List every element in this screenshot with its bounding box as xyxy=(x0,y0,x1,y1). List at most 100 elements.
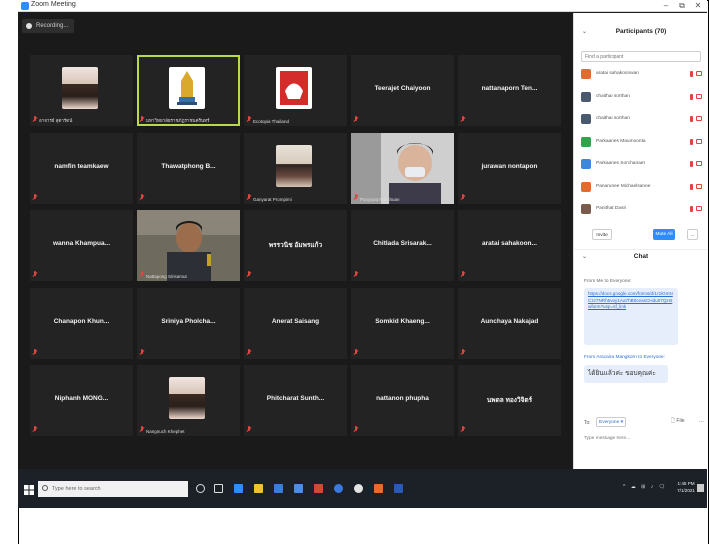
participant-tile[interactable]: jurawan nontapon xyxy=(458,132,561,204)
clock-time: 1:45 PM xyxy=(677,481,695,486)
video-off-icon[interactable] xyxy=(696,116,702,121)
muted-mic-icon[interactable] xyxy=(690,138,693,145)
chat-recipient-select[interactable]: Everyone ▾ xyxy=(596,417,626,427)
task-view-icon[interactable] xyxy=(214,484,223,493)
participant-tile[interactable]: wanna Khampua... xyxy=(30,210,133,281)
participant-row[interactable]: Panithat Dasri xyxy=(581,202,703,216)
participant-tile[interactable]: นพดล ทองวิจิตร์ xyxy=(458,365,561,436)
participant-tile[interactable]: nattanaporn Ten... xyxy=(458,55,561,126)
participant-tile[interactable]: namfin teamkaew xyxy=(30,132,133,204)
participant-tile[interactable]: Nangnuch Khephet xyxy=(137,365,240,436)
participant-row[interactable]: chaithai sorthan xyxy=(581,112,703,126)
muted-mic-icon xyxy=(354,348,358,356)
participant-tile[interactable]: Phitcharat Sunth... xyxy=(244,365,347,436)
mute-all-button[interactable]: Mute All xyxy=(653,229,675,240)
video-off-icon[interactable] xyxy=(696,138,702,144)
participant-tile[interactable]: Anerat Saisang xyxy=(244,287,347,359)
participant-tile[interactable]: มหาวิทยาลัยราชภัฏราชนครินทร์ xyxy=(137,55,240,126)
close-button[interactable]: ✕ xyxy=(691,0,705,12)
muted-mic-icon[interactable] xyxy=(690,183,693,190)
participant-tile[interactable]: Chanapon Khun... xyxy=(30,287,133,359)
camera-feed xyxy=(351,132,454,204)
taskbar-search-box[interactable]: Type here to search xyxy=(38,481,188,497)
participant-tile[interactable]: อาจารย์ สุดารัตน์ xyxy=(30,55,133,126)
participant-row[interactable]: Panarunee Michaelsanee xyxy=(581,180,703,194)
participant-name: aratai sahakoonwan xyxy=(596,71,639,76)
participant-tile[interactable]: aratai sahakoon... xyxy=(458,210,561,281)
video-off-icon[interactable] xyxy=(696,93,702,99)
muted-mic-icon xyxy=(247,348,251,356)
participant-tile[interactable]: Sriniya Pholcha... xyxy=(137,287,240,359)
maximize-button[interactable]: ⧉ xyxy=(675,0,689,12)
tile-name: Niphanh MONG... xyxy=(54,395,109,402)
word-icon[interactable] xyxy=(394,484,403,493)
muted-mic-icon[interactable] xyxy=(690,93,693,100)
tile-caption: อาจารย์ สุดารัตน์ xyxy=(39,118,73,123)
chat-link[interactable]: https://docs.google.com/forms/d/1r2iOmNC… xyxy=(584,288,678,345)
muted-mic-icon xyxy=(33,426,37,433)
muted-mic-icon xyxy=(247,116,251,123)
participant-row[interactable]: Parkaanes Sorchanaet xyxy=(581,157,703,171)
muted-mic-icon[interactable] xyxy=(690,206,693,212)
participant-row[interactable]: aratai sahakoonwan xyxy=(581,67,703,81)
participant-tile[interactable]: Niphanh MONG... xyxy=(30,365,133,436)
edge-icon[interactable] xyxy=(234,484,243,493)
video-off-icon[interactable] xyxy=(696,71,702,76)
video-off-icon[interactable] xyxy=(696,183,702,189)
gallery-view: Recording... อาจารย์ สุดารัตน์ มหาวิทยาลั… xyxy=(18,13,572,469)
invite-button[interactable]: Invite xyxy=(592,229,612,240)
chat-message-input[interactable] xyxy=(584,433,702,443)
video-off-icon[interactable] xyxy=(696,206,702,211)
tile-name: Sriniya Pholcha... xyxy=(161,317,216,325)
muted-mic-icon[interactable] xyxy=(690,116,693,122)
participant-tile[interactable]: Panyarat Rakchuan xyxy=(351,132,454,204)
chat-collapse-chevron-icon[interactable]: ⌄ xyxy=(582,250,587,264)
recording-indicator[interactable]: Recording... xyxy=(22,19,75,33)
muted-mic-icon xyxy=(354,116,358,123)
tile-caption: Ganyarat Prompimi xyxy=(253,196,292,202)
zoom-icon[interactable] xyxy=(334,484,343,493)
chat-sender-1: From Me to Everyone: xyxy=(584,279,632,284)
participant-tile[interactable]: Somkid Khaeng... xyxy=(351,287,454,359)
participant-search-input[interactable] xyxy=(581,51,701,62)
camera-feed xyxy=(137,210,240,281)
minimize-button[interactable]: – xyxy=(659,0,673,12)
ecotopia-logo xyxy=(276,67,312,109)
participant-tile[interactable]: Thawatphong B... xyxy=(137,132,240,204)
tile-name: Phitcharat Sunth... xyxy=(266,395,325,402)
video-off-icon[interactable] xyxy=(696,161,702,166)
store-icon[interactable] xyxy=(274,484,283,493)
file-button[interactable]: 🗋 File xyxy=(671,418,684,426)
windows-start-icon[interactable] xyxy=(24,485,34,495)
participant-tile[interactable]: Teerajet Chaiyoon xyxy=(351,55,454,126)
tile-caption: Ecotopia Thailand xyxy=(253,119,289,124)
collapse-chevron-icon[interactable]: ⌄ xyxy=(582,25,587,39)
participant-tile[interactable]: nattanon phupha xyxy=(351,365,454,436)
taskbar-clock[interactable]: 1:45 PM 7/1/2021 xyxy=(677,480,695,494)
file-label: File xyxy=(676,418,685,424)
chrome-icon[interactable] xyxy=(354,484,363,493)
participant-tile[interactable]: Ecotopia Thailand xyxy=(244,55,347,126)
chat-more-button[interactable]: ... xyxy=(699,418,704,424)
file-icon: 🗋 xyxy=(671,418,676,424)
file-explorer-icon[interactable] xyxy=(254,484,263,493)
mail-icon[interactable] xyxy=(294,484,303,493)
participant-row[interactable]: chaithai sorthan xyxy=(581,90,703,104)
participant-name: Parkaanes Sorchanaet xyxy=(596,161,645,166)
more-options-button[interactable]: ... xyxy=(687,229,698,240)
cortana-icon[interactable] xyxy=(196,484,205,493)
participant-tile[interactable]: Ganyarat Prompimi xyxy=(244,132,347,204)
participant-tile[interactable]: Aunchaya Nakajad xyxy=(458,287,561,359)
notification-icon[interactable] xyxy=(697,484,704,492)
muted-mic-icon[interactable] xyxy=(690,161,693,167)
powerpoint-icon[interactable] xyxy=(374,484,383,493)
muted-mic-icon[interactable] xyxy=(690,71,693,77)
participant-tile[interactable]: Nattapong Sirisamut xyxy=(137,210,240,281)
system-tray[interactable]: ^ ☁ ⊞ ♪ 🗨 xyxy=(623,484,667,490)
participant-tile[interactable]: พรรวนิช อัมพรแก้ว xyxy=(244,210,347,281)
tile-caption: Nangnuch Khephet xyxy=(146,429,185,434)
acrobat-icon[interactable] xyxy=(314,484,323,493)
participant-row[interactable]: Parkaanes Maumoonta xyxy=(581,135,703,149)
participant-tile[interactable]: Chitlada Srisarak... xyxy=(351,210,454,281)
tile-caption: มหาวิทยาลัยราชภัฏราชนครินทร์ xyxy=(146,118,210,123)
